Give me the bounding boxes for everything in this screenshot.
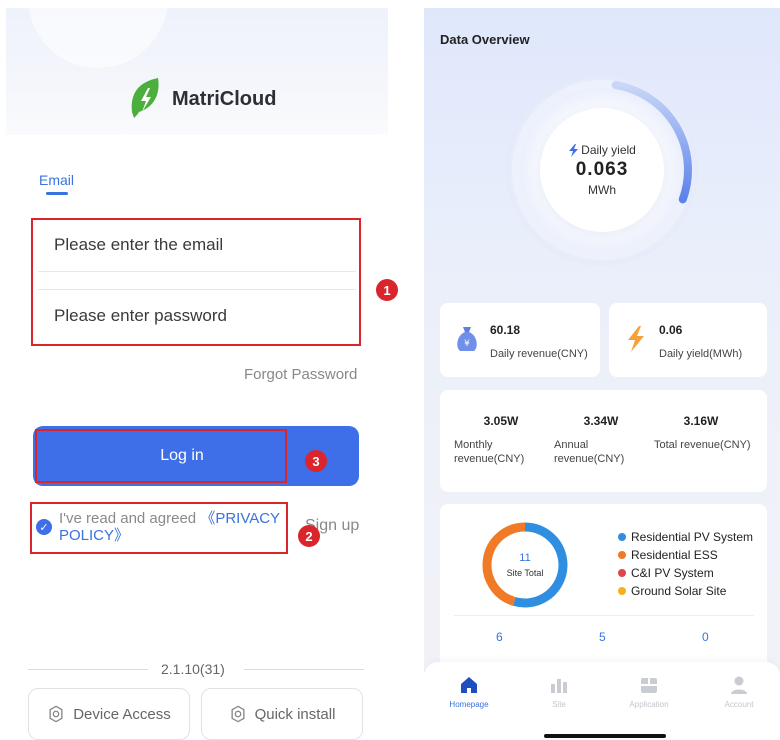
annual-revenue: 3.34W Annual revenue(CNY)	[554, 414, 654, 466]
legend-item: Ground Solar Site	[618, 582, 753, 600]
total-revenue: 3.16W Total revenue(CNY)	[654, 414, 754, 452]
daily-revenue-label: Daily revenue(CNY)	[490, 348, 588, 360]
site-icon	[551, 679, 567, 693]
gear-icon	[49, 705, 63, 723]
tab-site[interactable]: Site	[524, 674, 594, 709]
annotation-badge-1: 1	[376, 279, 398, 301]
page-title: Data Overview	[440, 32, 530, 47]
site-total-value: 11	[519, 552, 531, 564]
daily-yield-value: 0.06	[659, 323, 683, 337]
account-icon	[731, 676, 747, 694]
tab-label: Account	[724, 700, 754, 709]
header-decoration	[28, 8, 168, 68]
gear-icon	[231, 705, 245, 723]
daily-yield-label: Daily yield(MWh)	[659, 348, 743, 360]
gauge-label: Daily yield	[568, 143, 636, 157]
device-access-button[interactable]: Device Access	[28, 688, 190, 740]
divider	[244, 669, 364, 670]
daily-revenue-card[interactable]: ¥ 60.18 Daily revenue(CNY)	[440, 303, 600, 377]
total-revenue-value: 3.16W	[683, 414, 719, 428]
site-count[interactable]: 0	[702, 630, 709, 644]
tab-label: Site	[552, 700, 566, 709]
legend-item: C&I PV System	[618, 564, 753, 582]
tab-application[interactable]: Application	[614, 674, 684, 709]
leaf-logo-icon	[131, 78, 159, 118]
daily-yield-card[interactable]: 0.06 Daily yield(MWh)	[609, 303, 767, 377]
tab-account[interactable]: Account	[704, 674, 774, 709]
divider	[454, 615, 754, 616]
tab-email-indicator	[46, 192, 68, 195]
legend-label: Ground Solar Site	[631, 584, 727, 598]
legend-label: C&I PV System	[631, 566, 714, 580]
monthly-revenue: 3.05W Monthly revenue(CNY)	[454, 414, 554, 466]
forgot-password-link[interactable]: Forgot Password	[244, 366, 357, 383]
donut-center: 11 Site Total	[480, 552, 570, 578]
home-indicator	[544, 734, 666, 738]
lightning-icon	[628, 326, 644, 352]
app-version: 2.1.10(31)	[161, 661, 225, 677]
application-icon	[641, 678, 657, 693]
svg-text:¥: ¥	[464, 339, 470, 349]
legend-dot	[618, 569, 626, 577]
annual-revenue-value: 3.34W	[583, 414, 619, 428]
annual-revenue-label: Annual revenue(CNY)	[554, 439, 625, 465]
tab-label: Application	[629, 700, 669, 709]
quick-install-button[interactable]: Quick install	[201, 688, 363, 740]
monthly-revenue-label: Monthly revenue(CNY)	[454, 439, 525, 465]
gauge-label-text: Daily yield	[581, 143, 636, 157]
annotation-box-privacy	[30, 502, 288, 554]
brand-logo: MatriCloud	[128, 76, 276, 122]
legend-item: Residential PV System	[618, 528, 753, 546]
daily-revenue-value: 60.18	[490, 323, 521, 337]
lightning-icon	[569, 143, 579, 157]
tab-homepage[interactable]: Homepage	[434, 674, 504, 709]
gauge-center: Daily yield 0.063 MWh	[540, 108, 664, 232]
site-count[interactable]: 5	[599, 630, 606, 644]
site-count[interactable]: 6	[496, 630, 503, 644]
login-screen: MatriCloud Email Please enter the email …	[0, 0, 398, 740]
legend-label: Residential PV System	[631, 530, 754, 544]
annotation-badge-2: 2	[298, 525, 320, 547]
bottom-tab-bar: Homepage Site Application Account	[424, 662, 780, 740]
money-bag-icon: ¥	[457, 327, 477, 351]
gauge-value: 0.063	[575, 159, 629, 180]
tab-email[interactable]: Email	[39, 172, 74, 188]
legend-label: Residential ESS	[631, 548, 718, 562]
site-legend: Residential PV System Residential ESS C&…	[618, 528, 753, 600]
gauge-unit: MWh	[588, 183, 616, 197]
annotation-box-login	[35, 429, 287, 483]
device-access-label: Device Access	[73, 705, 171, 723]
divider	[28, 669, 148, 670]
legend-dot	[618, 533, 626, 541]
legend-item: Residential ESS	[618, 546, 753, 564]
total-revenue-label: Total revenue(CNY)	[654, 439, 751, 451]
revenue-summary-card: 3.05W Monthly revenue(CNY) 3.34W Annual …	[440, 390, 767, 492]
annotation-box-credentials	[31, 218, 361, 346]
quick-install-label: Quick install	[254, 705, 336, 723]
site-summary-card: 11 Site Total Residential PV System Resi…	[440, 504, 767, 672]
home-icon	[461, 677, 477, 693]
brand-name: MatriCloud	[172, 87, 277, 110]
monthly-revenue-value: 3.05W	[483, 414, 519, 428]
daily-yield-gauge: Daily yield 0.063 MWh	[502, 70, 702, 270]
dashboard-screen: Data Overview Daily yield 0.063 MWh ¥ 60…	[424, 8, 780, 740]
legend-dot	[618, 587, 626, 595]
annotation-badge-3: 3	[305, 450, 327, 472]
login-header: MatriCloud	[6, 8, 388, 135]
site-total-label: Site Total	[506, 568, 544, 578]
legend-dot	[618, 551, 626, 559]
tab-label: Homepage	[449, 700, 489, 709]
